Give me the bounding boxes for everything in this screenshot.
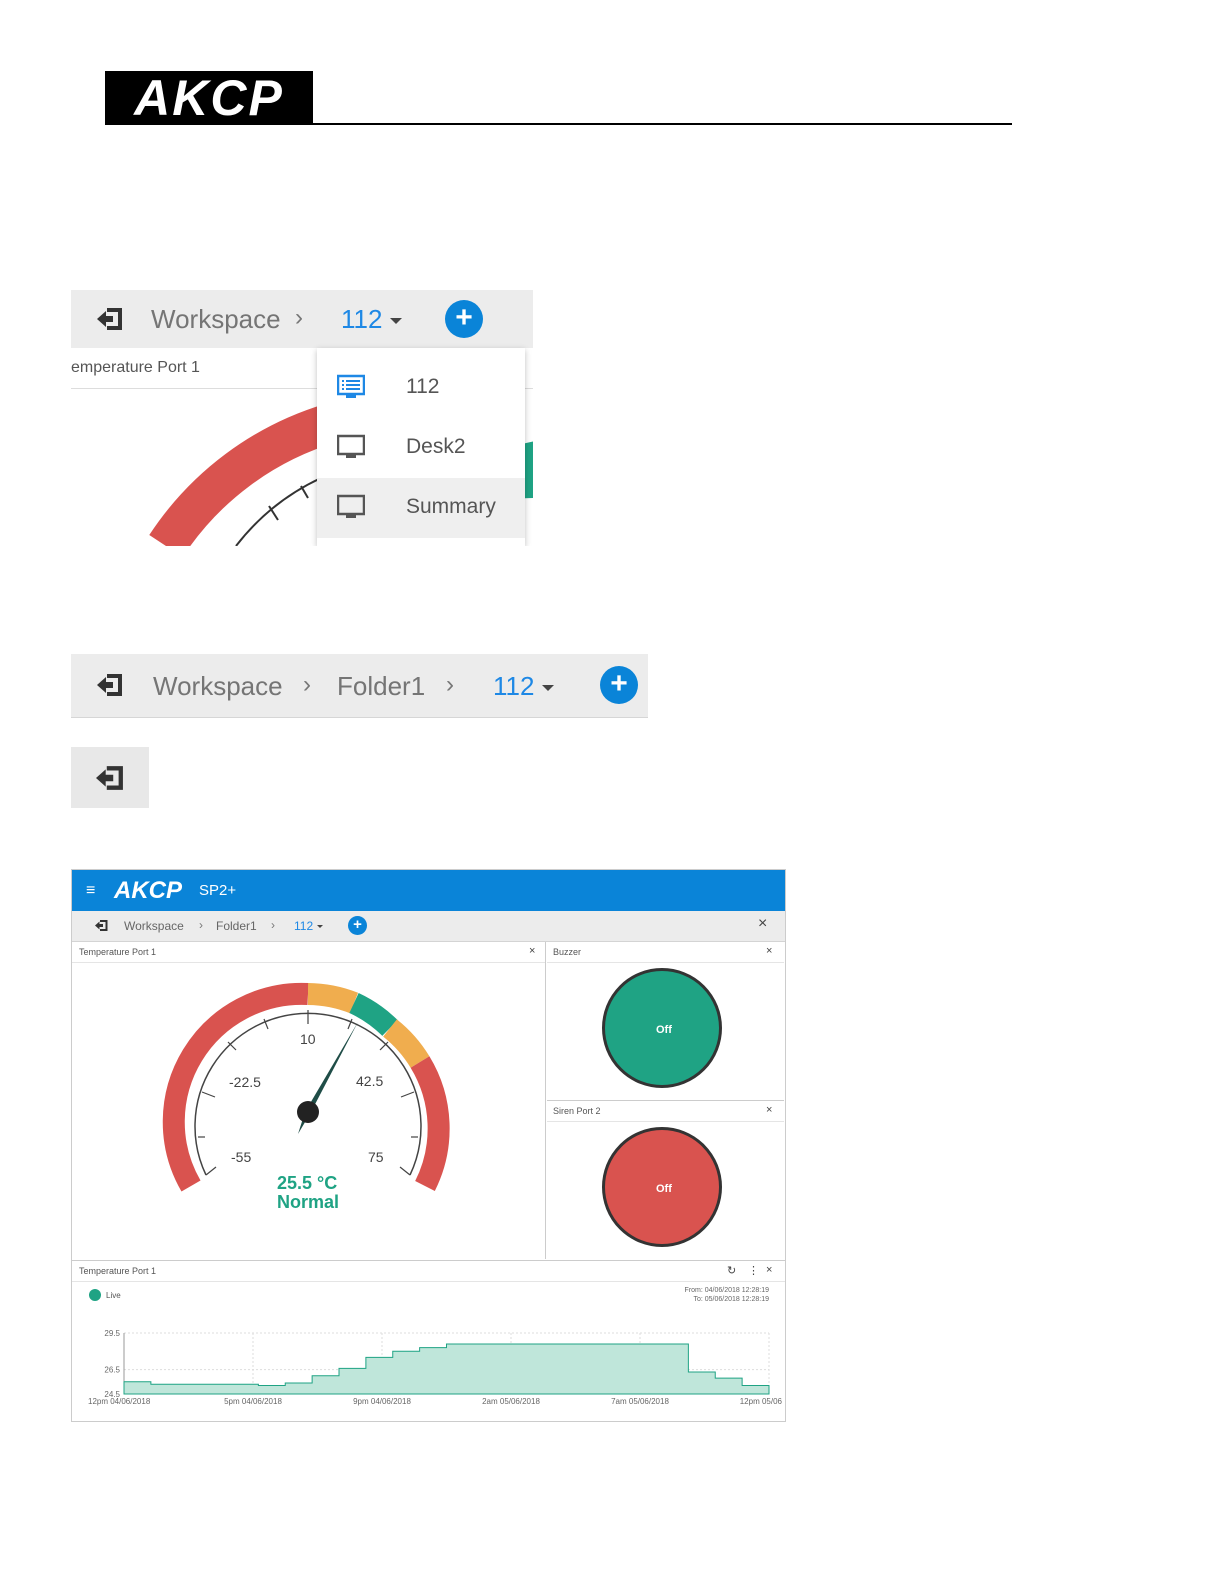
exit-icon[interactable] — [95, 306, 125, 332]
temperature-gauge-panel: Temperature Port 1 × -55 -22.5 10 42.5 7… — [72, 942, 546, 1259]
panel-header: Temperature Port 1 × — [72, 942, 545, 963]
chevron-right-icon: › — [271, 918, 275, 932]
x-tick-label: 12pm 05/06 — [740, 1397, 783, 1406]
date-range-to: To: 05/06/2018 12:28:19 — [693, 1296, 769, 1303]
close-icon[interactable]: × — [766, 945, 772, 957]
breadcrumb-current-dropdown[interactable]: 112 — [341, 304, 403, 335]
dropdown-item-desk2[interactable]: Desk2 — [317, 418, 525, 478]
exit-icon[interactable] — [94, 919, 109, 937]
breadcrumb-folder[interactable]: Folder1 — [216, 919, 257, 933]
panel-title: emperature Port 1 — [71, 359, 200, 376]
panel-title: Temperature Port 1 — [79, 1266, 157, 1276]
gauge-tick-label: 10 — [300, 1031, 316, 1047]
breadcrumb-current-label: 112 — [294, 919, 314, 933]
close-icon[interactable]: × — [529, 945, 535, 957]
breadcrumb-current-label: 112 — [341, 304, 383, 334]
breadcrumb-bar: Workspace › 112 + — [71, 290, 533, 349]
more-options-icon[interactable]: ⋮ — [748, 1264, 759, 1277]
dropdown-item-112[interactable]: 112 — [317, 358, 525, 418]
dashboard-screenshot: ≡ AKCP SP2+ Workspace › Folder1 › 112 + … — [71, 869, 786, 1422]
legend-live-marker — [89, 1289, 101, 1301]
dashboard-list-icon — [336, 374, 366, 405]
breadcrumb-current-dropdown[interactable]: 112 — [493, 671, 555, 702]
dropdown-item-label: Desk2 — [406, 435, 466, 458]
exit-icon — [93, 764, 127, 797]
y-tick-label: 26.5 — [104, 1366, 120, 1375]
app-topbar: ≡ AKCP SP2+ — [72, 870, 785, 911]
panel-header: Temperature Port 1 ↻ ⋮ × — [72, 1261, 785, 1282]
gauge-tick-label: -22.5 — [229, 1074, 261, 1090]
breadcrumb-workspace[interactable]: Workspace — [153, 671, 283, 702]
date-range-from: From: 04/06/2018 12:28:19 — [684, 1287, 769, 1294]
add-button[interactable]: + — [348, 916, 367, 935]
refresh-icon[interactable]: ↻ — [727, 1264, 736, 1277]
gauge-tick-label: 75 — [368, 1149, 384, 1165]
dropdown-item-summary[interactable]: Summary — [317, 478, 525, 538]
dashboard-breadcrumb-bar: Workspace › Folder1 › 112 + × — [72, 911, 785, 942]
caret-down-icon — [317, 925, 324, 929]
buzzer-state: Off — [656, 1024, 672, 1036]
panel-title: Siren Port 2 — [553, 1106, 601, 1116]
x-tick-label: 7am 05/06/2018 — [611, 1397, 669, 1406]
gauge-reading: 25.5 °C — [277, 1173, 338, 1193]
panel-title: Buzzer — [553, 947, 582, 957]
buzzer-panel: Buzzer × Off — [547, 942, 784, 1101]
exit-icon[interactable] — [95, 672, 125, 698]
close-icon[interactable]: × — [766, 1104, 772, 1116]
product-name: SP2+ — [199, 882, 237, 899]
breadcrumb-folder[interactable]: Folder1 — [337, 671, 425, 702]
dropdown-item-label: 112 — [406, 375, 440, 398]
x-tick-label: 2am 05/06/2018 — [482, 1397, 540, 1406]
dropdown-item-label: Summary — [406, 495, 496, 518]
chevron-right-icon: › — [303, 671, 311, 698]
siren-panel: Siren Port 2 × Off — [547, 1101, 784, 1259]
breadcrumb-workspace[interactable]: Workspace — [124, 919, 184, 933]
close-icon[interactable]: × — [766, 1264, 772, 1276]
logo-text: AKCP — [134, 70, 284, 126]
header-divider — [105, 123, 1012, 125]
exit-button-closeup[interactable] — [71, 747, 149, 808]
close-icon[interactable]: × — [758, 915, 767, 933]
chevron-right-icon: › — [446, 671, 454, 698]
panel-title: Temperature Port 1 — [79, 947, 157, 957]
temperature-history-chart: 29.526.524.512pm 04/06/2018 5pm 04/06/201… — [88, 1329, 783, 1406]
chevron-right-icon: › — [199, 918, 203, 932]
screenshot-dropdown: Workspace › 112 + emperature Port 1 112 … — [71, 290, 533, 546]
x-tick-label: 9pm 04/06/2018 — [353, 1397, 411, 1406]
breadcrumb-workspace[interactable]: Workspace — [151, 304, 281, 335]
x-tick-label: 12pm 04/06/2018 — [88, 1397, 151, 1406]
monitor-icon — [336, 434, 366, 465]
temperature-history-panel: Temperature Port 1 ↻ ⋮ × Live From: 04/0… — [72, 1260, 785, 1421]
panel-header: Buzzer × — [547, 942, 784, 963]
breadcrumb-current-label: 112 — [493, 671, 535, 701]
akcp-logo: AKCP — [105, 71, 313, 125]
caret-down-icon — [390, 318, 403, 325]
workspace-dropdown-menu: 112 Desk2 Summary — [317, 348, 525, 546]
legend-live-label: Live — [106, 1291, 121, 1300]
hamburger-menu-icon[interactable]: ≡ — [86, 882, 95, 900]
breadcrumb-bar-folder: Workspace › Folder1 › 112 + — [71, 654, 648, 718]
caret-down-icon — [542, 685, 555, 692]
add-button[interactable]: + — [445, 300, 483, 338]
gauge-tick-label: 42.5 — [356, 1073, 384, 1089]
panel-header: Siren Port 2 × — [547, 1101, 784, 1122]
gauge-tick-label: -55 — [231, 1149, 252, 1165]
siren-state: Off — [656, 1183, 672, 1195]
y-tick-label: 29.5 — [104, 1329, 120, 1338]
breadcrumb-current-dropdown[interactable]: 112 — [294, 919, 324, 933]
app-logo: AKCP — [114, 877, 183, 904]
series-area-live — [123, 1343, 770, 1395]
x-tick-label: 5pm 04/06/2018 — [224, 1397, 282, 1406]
add-button[interactable]: + — [600, 666, 638, 704]
monitor-icon — [336, 494, 366, 525]
chevron-right-icon: › — [295, 304, 303, 331]
gauge-status: Normal — [277, 1192, 340, 1212]
